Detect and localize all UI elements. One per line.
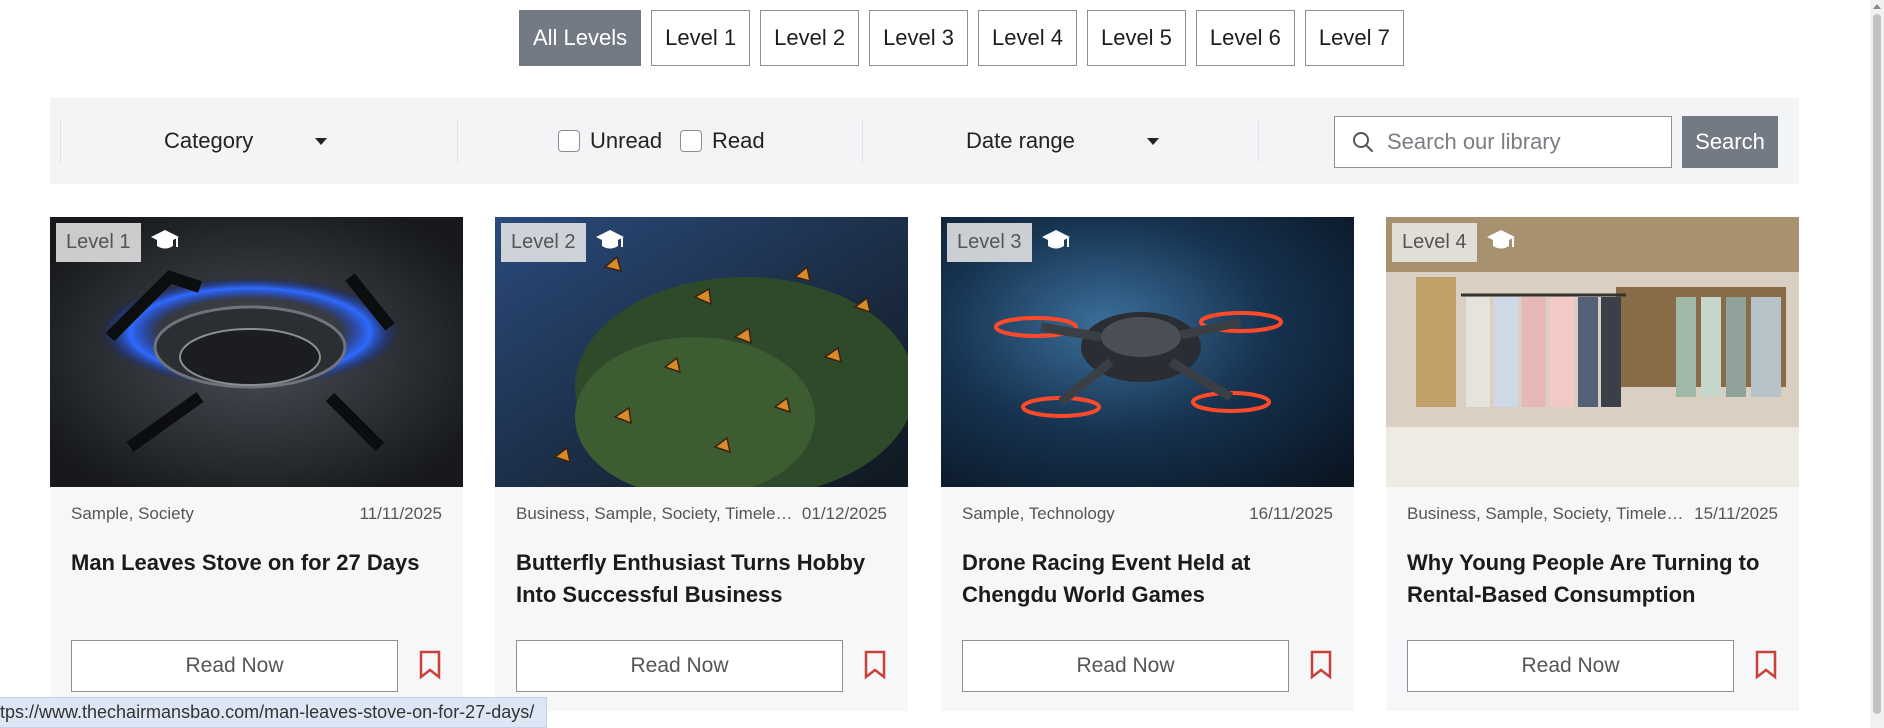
level-badge: Level 4 [1392, 223, 1477, 262]
checkbox-icon[interactable] [558, 130, 580, 152]
article-title[interactable]: Butterfly Enthusiast Turns Hobby Into Su… [516, 547, 887, 611]
article-title[interactable]: Man Leaves Stove on for 27 Days [71, 547, 442, 579]
tab-level-5[interactable]: Level 5 [1086, 10, 1186, 66]
search-field[interactable] [1334, 116, 1672, 168]
level-badge: Level 1 [56, 223, 141, 262]
bookmark-icon[interactable] [863, 650, 887, 680]
date-range-dropdown[interactable]: Date range [966, 98, 1206, 184]
article-categories: Sample, Technology [962, 504, 1115, 523]
category-label: Category [164, 128, 254, 153]
article-card[interactable]: Level 3 Sample, Technology 16/11/2025 Dr… [941, 217, 1354, 711]
graduation-cap-icon [151, 230, 179, 249]
tab-level-6[interactable]: Level 6 [1195, 10, 1295, 66]
unread-label: Unread [590, 128, 663, 153]
divider [60, 120, 61, 162]
graduation-cap-icon [1487, 230, 1515, 249]
article-date: 01/12/2025 [801, 504, 887, 523]
unread-checkbox[interactable]: Unread [558, 98, 662, 184]
article-card[interactable]: Level 2 Business, Sample, Society, Timel… [495, 217, 908, 711]
article-meta: Business, Sample, Society, Timeless... 0… [516, 504, 887, 524]
tab-level-1[interactable]: Level 1 [651, 10, 751, 66]
level-badge: Level 3 [947, 223, 1032, 262]
tab-level-7[interactable]: Level 7 [1304, 10, 1404, 66]
read-now-button[interactable]: Read Now [962, 640, 1289, 692]
article-image-clothing-store[interactable]: Level 4 [1386, 217, 1799, 487]
status-url: tps://www.thechairmansbao.com/man-leaves… [0, 697, 548, 728]
article-categories: Business, Sample, Society, Timeless... [516, 504, 796, 523]
article-image-drone[interactable]: Level 3 [941, 217, 1354, 487]
chevron-down-icon [1146, 137, 1159, 145]
article-meta: Sample, Technology 16/11/2025 [962, 504, 1333, 524]
read-now-button[interactable]: Read Now [71, 640, 398, 692]
divider [457, 120, 458, 162]
read-label: Read [712, 128, 765, 153]
article-card[interactable]: Level 4 Business, Sample, Society, Timel… [1386, 217, 1799, 711]
scroll-thumb[interactable] [1873, 14, 1881, 714]
category-dropdown[interactable]: Category [164, 98, 404, 184]
graduation-cap-icon [596, 230, 624, 249]
read-now-button[interactable]: Read Now [516, 640, 843, 692]
vertical-scrollbar[interactable] [1870, 0, 1884, 728]
article-date: 15/11/2025 [1694, 504, 1778, 523]
tab-level-3[interactable]: Level 3 [869, 10, 969, 66]
article-categories: Sample, Society [71, 504, 194, 523]
article-categories: Business, Sample, Society, Timeless... [1407, 504, 1687, 523]
article-meta: Sample, Society 11/11/2025 [71, 504, 442, 524]
bookmark-icon[interactable] [1754, 650, 1778, 680]
tab-level-2[interactable]: Level 2 [760, 10, 860, 66]
tab-all-levels[interactable]: All Levels [519, 10, 642, 66]
article-date: 16/11/2025 [1249, 504, 1333, 523]
article-image-butterflies[interactable]: Level 2 [495, 217, 908, 487]
graduation-cap-icon [1042, 230, 1070, 249]
search-input[interactable] [1387, 129, 1647, 155]
divider [1258, 120, 1259, 162]
read-checkbox[interactable]: Read [680, 98, 765, 184]
checkbox-icon[interactable] [680, 130, 702, 152]
filter-bar: Category Unread Read Date range Search [50, 98, 1799, 184]
chevron-down-icon [315, 137, 328, 145]
article-title[interactable]: Why Young People Are Turning to Rental-B… [1407, 547, 1778, 611]
article-card[interactable]: Level 1 Sample, Society 11/11/2025 Man L… [50, 217, 463, 711]
search-icon [1353, 132, 1373, 152]
bookmark-icon[interactable] [1309, 650, 1333, 680]
article-image-stove[interactable]: Level 1 [50, 217, 463, 487]
article-date: 11/11/2025 [359, 504, 442, 523]
article-title[interactable]: Drone Racing Event Held at Chengdu World… [962, 547, 1333, 611]
read-now-button[interactable]: Read Now [1407, 640, 1734, 692]
tab-level-4[interactable]: Level 4 [978, 10, 1077, 66]
article-meta: Business, Sample, Society, Timeless... 1… [1407, 504, 1778, 524]
level-badge: Level 2 [501, 223, 586, 262]
bookmark-icon[interactable] [418, 650, 442, 680]
scroll-up-icon[interactable] [1873, 4, 1881, 9]
date-range-label: Date range [966, 128, 1075, 153]
divider [862, 120, 863, 162]
level-tabs: All Levels Level 1 Level 2 Level 3 Level… [519, 10, 1404, 66]
search-button[interactable]: Search [1682, 116, 1778, 168]
